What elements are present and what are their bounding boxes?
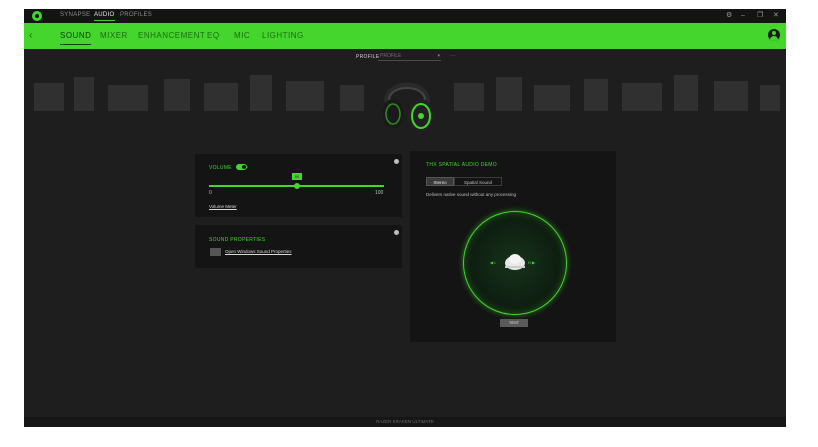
- nav-tab-lighting[interactable]: LIGHTING: [262, 31, 304, 41]
- info-icon[interactable]: [394, 159, 399, 164]
- speaker-settings-icon: [210, 248, 221, 256]
- status-bar: RAZER KRAKEN ULTIMATE: [24, 417, 786, 427]
- spatial-audio-visualizer: ◀ L R ▶: [463, 211, 567, 315]
- headset-image: [382, 82, 434, 133]
- right-channel-indicator: R ▶: [528, 260, 536, 265]
- info-icon[interactable]: [394, 230, 399, 235]
- user-avatar-icon[interactable]: [768, 29, 780, 41]
- stereo-mode-button[interactable]: Stereo: [426, 177, 454, 186]
- device-name: RAZER KRAKEN ULTIMATE: [376, 419, 434, 424]
- volume-slider-thumb[interactable]: [294, 183, 300, 189]
- minimize-icon[interactable]: –: [741, 11, 745, 21]
- top-tab-audio[interactable]: AUDIO: [94, 12, 115, 21]
- volume-meter-link[interactable]: Volume Meter: [209, 204, 237, 210]
- thx-spatial-audio-panel: THX SPATIAL AUDIO DEMO Stereo Spatial So…: [410, 151, 616, 342]
- more-options-icon[interactable]: ···: [450, 52, 456, 61]
- volume-min-label: 0: [209, 190, 212, 196]
- volume-max-label: 100: [375, 190, 384, 196]
- profile-label: PROFILE: [356, 54, 380, 60]
- top-tab-synapse[interactable]: SYNAPSE: [60, 12, 90, 18]
- razer-logo-icon: [32, 11, 42, 21]
- chevron-down-icon: ▾: [437, 53, 440, 59]
- title-bar: SYNAPSE AUDIO PROFILES ⚙ – ❐ ✕: [24, 9, 786, 23]
- top-tab-profiles[interactable]: PROFILES: [120, 12, 152, 18]
- profile-dropdown-value: PROFILE: [380, 53, 402, 59]
- volume-label: VOLUME: [209, 165, 232, 171]
- nav-tab-mixer[interactable]: MIXER: [100, 31, 128, 41]
- profile-dropdown[interactable]: PROFILE ▾: [378, 52, 441, 61]
- section-nav-bar: ‹ SOUND MIXER ENHANCEMENT EQ MIC LIGHTIN…: [24, 23, 786, 49]
- nav-tab-eq[interactable]: EQ: [207, 31, 220, 41]
- listener-head-icon: [505, 254, 525, 270]
- sound-properties-title: SOUND PROPERTIES: [209, 237, 266, 243]
- app-window: SYNAPSE AUDIO PROFILES ⚙ – ❐ ✕ ‹ SOUND M…: [24, 9, 786, 427]
- volume-value-bubble: 50: [292, 173, 302, 180]
- nav-tab-mic[interactable]: MIC: [234, 31, 250, 41]
- close-icon[interactable]: ✕: [773, 11, 779, 21]
- test-button[interactable]: TEST: [500, 319, 528, 327]
- mode-description: Delivers native sound without any proces…: [426, 192, 517, 197]
- sound-properties-panel: SOUND PROPERTIES Open Windows Sound Prop…: [195, 225, 402, 268]
- nav-tab-sound[interactable]: SOUND: [60, 31, 92, 45]
- open-sound-properties-link[interactable]: Open Windows Sound Properties: [225, 249, 292, 255]
- chevron-left-icon[interactable]: ‹: [29, 29, 32, 43]
- nav-tab-enhancement[interactable]: ENHANCEMENT: [138, 31, 205, 41]
- left-channel-indicator: ◀ L: [490, 260, 497, 265]
- volume-panel: VOLUME 50 0 100 Volume Meter: [195, 154, 402, 217]
- maximize-icon[interactable]: ❐: [757, 11, 763, 21]
- settings-gear-icon[interactable]: ⚙: [726, 11, 732, 21]
- thx-panel-title: THX SPATIAL AUDIO DEMO: [426, 162, 497, 168]
- spatial-sound-mode-button[interactable]: Spatial Sound: [454, 177, 502, 186]
- volume-toggle[interactable]: [236, 164, 247, 170]
